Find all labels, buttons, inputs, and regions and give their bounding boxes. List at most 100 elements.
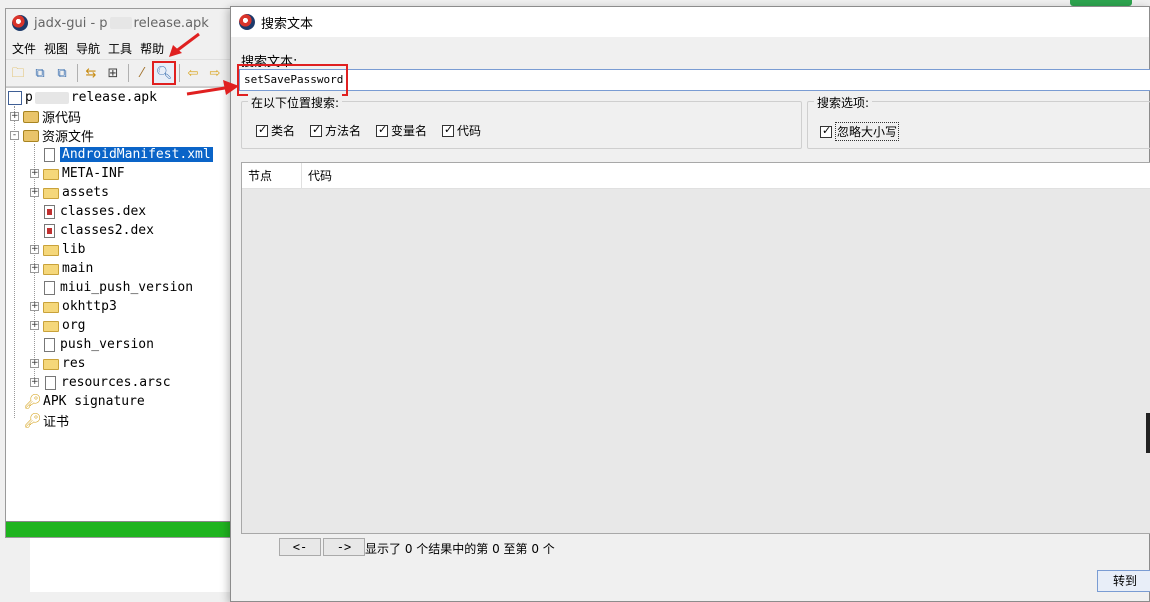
sync-icon[interactable]: ⇆ [81, 63, 101, 83]
checkbox-label: 类名 [271, 124, 296, 138]
collapse-toggle[interactable]: - [10, 131, 19, 140]
tree-item-label: classes.dex [60, 204, 147, 219]
folder-icon [43, 302, 59, 313]
tree-item-label: okhttp3 [62, 299, 117, 314]
menu-file[interactable]: 文件 [8, 40, 40, 57]
expand-toggle[interactable]: + [30, 359, 39, 368]
next-page-button[interactable]: -> [323, 538, 365, 556]
checkbox-icon [256, 123, 268, 137]
tree-root[interactable]: p release.apk [8, 88, 157, 107]
tree-item-resources[interactable]: - 资源文件 [10, 126, 94, 145]
tree-item-label: assets [62, 185, 109, 200]
wand-icon[interactable]: ⁄ [132, 63, 152, 83]
options-group: 搜索选项: 忽略大小写 [807, 94, 1150, 149]
save-all-icon[interactable]: ⧉ [52, 63, 72, 83]
checkbox-label: 方法名 [325, 124, 362, 138]
dialog-title-bar: 搜索文本 [231, 7, 1149, 37]
jar-icon [23, 129, 39, 142]
menu-help[interactable]: 帮助 [136, 40, 168, 57]
tree-item-apk-signature[interactable]: 🔑︎ APK signature [24, 392, 145, 411]
progress-bar [6, 521, 230, 537]
tree-item-push-version[interactable]: push_version [42, 335, 154, 354]
tree-item-res[interactable]: + res [30, 354, 85, 373]
checkbox-icon [820, 124, 832, 138]
tree-item-classes2-dex[interactable]: classes2.dex [42, 221, 154, 240]
location-group-label: 在以下位置搜索: [248, 94, 343, 111]
tree-guide-line [14, 106, 15, 418]
tree-item-label: 证书 [43, 415, 70, 430]
checkbox-label: 忽略大小写 [835, 122, 900, 141]
file-tree: p release.apk + 源代码 - 资源文件 AndroidManife… [6, 87, 230, 521]
folder-icon [43, 321, 59, 332]
checkbox-class-name[interactable]: 类名 [256, 122, 295, 139]
expand-toggle[interactable]: + [30, 169, 39, 178]
toolbar-separator [128, 64, 129, 82]
checkbox-method-name[interactable]: 方法名 [310, 122, 361, 139]
tree-item-org[interactable]: + org [30, 316, 85, 335]
expand-toggle[interactable]: + [30, 264, 39, 273]
checkbox-variable-name[interactable]: 变量名 [376, 122, 427, 139]
tree-item-label: lib [62, 242, 86, 257]
open-folder-icon[interactable]: 🗀 [8, 63, 28, 83]
tree-item-okhttp3[interactable]: + okhttp3 [30, 297, 117, 316]
search-icon[interactable]: 🔍︎ [152, 61, 176, 85]
expand-icon[interactable]: ⊞ [103, 63, 123, 83]
project-icon [8, 90, 22, 105]
tree-item-assets[interactable]: + assets [30, 183, 109, 202]
tree-item-label: classes2.dex [60, 223, 154, 238]
tree-item-label: 资源文件 [42, 130, 95, 145]
toolbar-separator [77, 64, 78, 82]
expand-toggle[interactable]: + [10, 112, 19, 121]
tree-item-label: push_version [60, 337, 154, 352]
folder-icon [43, 245, 59, 256]
folder-icon [43, 359, 59, 370]
checkbox-code[interactable]: 代码 [442, 122, 481, 139]
goto-button[interactable]: 转到 [1097, 570, 1150, 592]
options-group-label: 搜索选项: [814, 94, 873, 111]
expand-toggle[interactable]: + [30, 302, 39, 311]
search-input[interactable]: setSavePassword [239, 69, 1150, 91]
dex-icon [44, 204, 55, 219]
expand-toggle[interactable]: + [30, 245, 39, 254]
key-icon: 🔑︎ [24, 393, 42, 410]
tree-item-label: res [62, 356, 86, 371]
highlight-box [237, 64, 348, 96]
checkbox-icon [442, 123, 454, 137]
tree-item-manifest[interactable]: AndroidManifest.xml [42, 145, 213, 164]
tree-item-classes-dex[interactable]: classes.dex [42, 202, 146, 221]
tree-item-meta-inf[interactable]: + META-INF [30, 164, 125, 183]
scrollbar-thumb[interactable] [1146, 413, 1150, 453]
main-title-prefix: jadx-gui - p [34, 15, 108, 31]
file-icon [44, 280, 55, 295]
checkbox-icon [376, 123, 388, 137]
expand-toggle[interactable]: + [30, 321, 39, 330]
column-node[interactable]: 节点 [242, 163, 302, 188]
tree-item-main[interactable]: + main [30, 259, 93, 278]
file-icon [44, 147, 55, 162]
menu-tools[interactable]: 工具 [104, 40, 136, 57]
expand-toggle[interactable]: + [30, 378, 39, 387]
tree-item-resources-arsc[interactable]: + resources.arsc [30, 373, 171, 392]
checkbox-label: 变量名 [391, 124, 428, 138]
tree-item-certificate[interactable]: 🔑︎ 证书 [24, 411, 70, 431]
menu-navigate[interactable]: 导航 [72, 40, 104, 57]
redacted-mark [34, 91, 69, 104]
file-icon [44, 337, 55, 352]
package-icon [23, 110, 39, 123]
prev-page-button[interactable]: <- [279, 538, 321, 556]
jadx-logo-icon [239, 14, 255, 30]
tree-item-lib[interactable]: + lib [30, 240, 85, 259]
folder-icon [43, 188, 59, 199]
checkbox-ignore-case[interactable]: 忽略大小写 [820, 122, 900, 141]
tree-item-source[interactable]: + 源代码 [10, 107, 81, 126]
annotation-arrow [169, 32, 200, 57]
expand-toggle[interactable]: + [30, 188, 39, 197]
column-code[interactable]: 代码 [302, 163, 1150, 188]
checkbox-icon [310, 123, 322, 137]
search-dialog: 搜索文本 搜索文本: setSavePassword 在以下位置搜索: 类名 方… [230, 6, 1150, 602]
copy-icon[interactable]: ⧉ [30, 63, 50, 83]
menu-view[interactable]: 视图 [40, 40, 72, 57]
tree-item-miui-push-version[interactable]: miui_push_version [42, 278, 193, 297]
file-icon [45, 375, 56, 390]
dialog-title: 搜索文本 [261, 16, 314, 32]
